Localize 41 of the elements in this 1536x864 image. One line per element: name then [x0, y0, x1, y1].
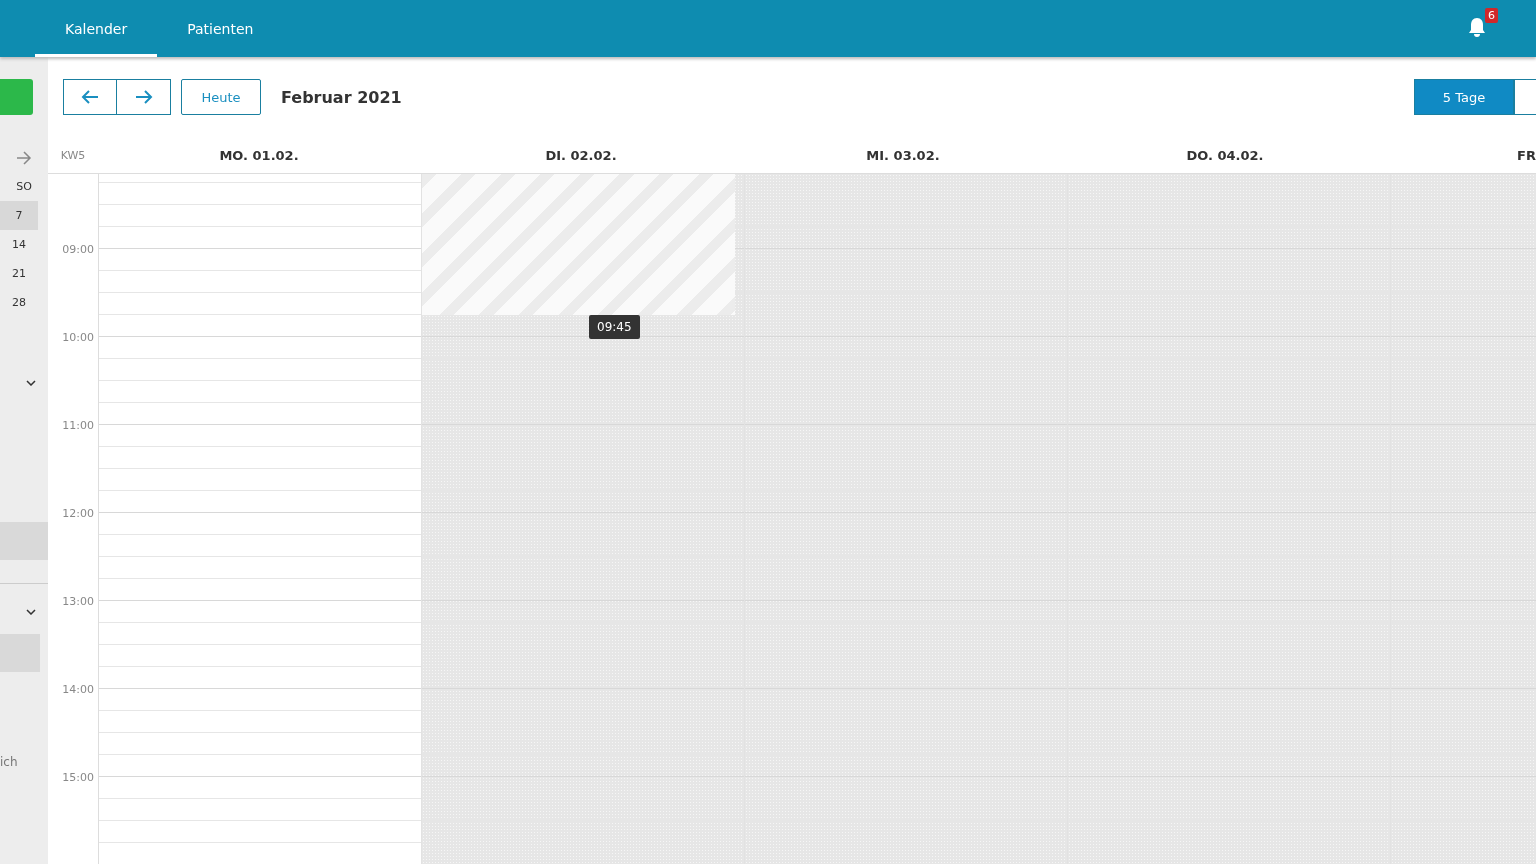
- arrow-left-icon: [81, 89, 99, 105]
- weekday-label: SO: [15, 179, 33, 195]
- bell-icon[interactable]: [1466, 15, 1488, 38]
- day-column[interactable]: [1068, 174, 1391, 864]
- today-button[interactable]: Heute: [181, 79, 261, 115]
- day-header: DO. 04.02.: [1185, 147, 1265, 163]
- day-header: MO. 01.02.: [218, 147, 300, 163]
- sidebar-text: ich: [0, 755, 18, 769]
- hour-label: 10:00: [62, 330, 94, 344]
- hour-label: 13:00: [62, 594, 94, 608]
- nav-tab[interactable]: Patienten: [157, 0, 284, 57]
- month-title: Februar 2021: [281, 87, 402, 107]
- view-button[interactable]: [1514, 79, 1536, 115]
- previous-button[interactable]: [63, 79, 117, 115]
- hour-label: 14:00: [62, 682, 94, 696]
- hour-label: 12:00: [62, 506, 94, 520]
- chevron-down-icon[interactable]: [26, 609, 36, 615]
- date-cell[interactable]: 28: [0, 288, 38, 317]
- arrow-right-icon: [134, 89, 153, 105]
- sidebar-item[interactable]: [0, 522, 48, 560]
- arrow-right-icon[interactable]: [16, 150, 32, 165]
- notification-badge: 6: [1485, 7, 1498, 23]
- selection-area[interactable]: [422, 174, 735, 315]
- chevron-down-icon[interactable]: [26, 380, 36, 386]
- day-column[interactable]: [745, 174, 1068, 864]
- day-header: MI. 03.02.: [865, 147, 941, 163]
- hour-label: 09:00: [62, 242, 94, 256]
- day-column[interactable]: 09:45: [422, 174, 745, 864]
- view-button[interactable]: 5 Tage: [1414, 79, 1514, 115]
- add-button[interactable]: [0, 79, 33, 115]
- date-cell[interactable]: 21: [0, 259, 38, 288]
- next-button[interactable]: [117, 79, 171, 115]
- week-number: KW5: [59, 148, 87, 162]
- date-cell[interactable]: 7: [0, 201, 38, 230]
- hour-label: 15:00: [62, 770, 94, 784]
- time-tooltip: 09:45: [589, 315, 640, 339]
- hour-label: 11:00: [62, 418, 94, 432]
- day-header: DI. 02.02.: [544, 147, 618, 163]
- day-column[interactable]: [99, 174, 422, 864]
- day-header: FR: [1516, 147, 1536, 163]
- date-cell[interactable]: 14: [0, 230, 38, 259]
